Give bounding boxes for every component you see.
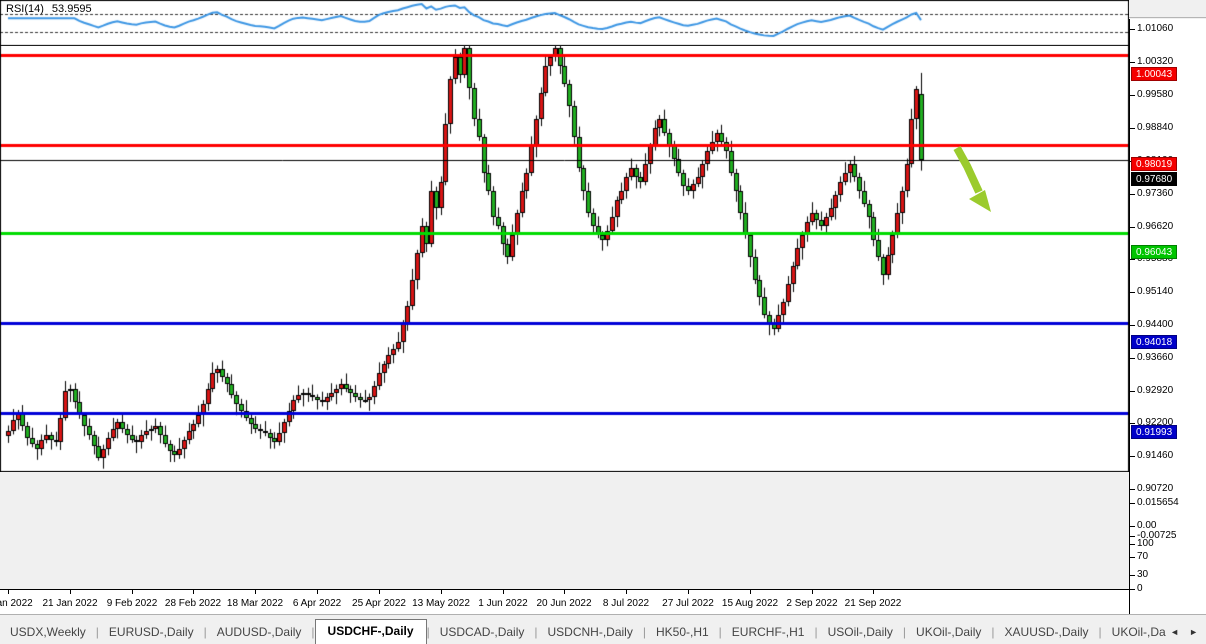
price-tag-support-blue-lower: 0.91993 bbox=[1131, 425, 1177, 439]
x-tickmark bbox=[750, 590, 751, 594]
price-tick-label: 0.96620 bbox=[1137, 221, 1173, 233]
rsi-tick-label: 0 bbox=[1137, 583, 1143, 595]
rsi-label: RSI(14) 53.9595 bbox=[6, 3, 92, 15]
tab-usdcnh-daily[interactable]: USDCNH-,Daily bbox=[538, 622, 643, 644]
tab-ukoil-da[interactable]: UKOil-,Da bbox=[1102, 622, 1167, 644]
terminal-window: 5M30H1H4D1W1MN ▼ USDCHF-,Daily 0.99164 0… bbox=[0, 0, 1206, 644]
price-tag-bid-price: 0.97680 bbox=[1131, 172, 1177, 186]
tab-usdcad-daily[interactable]: USDCAD-,Daily bbox=[430, 622, 535, 644]
x-tickmark bbox=[688, 590, 689, 594]
x-tickmark bbox=[564, 590, 565, 594]
price-axis[interactable]: 1.010601.003200.995800.988400.981000.973… bbox=[1129, 19, 1206, 614]
x-tickmark bbox=[873, 590, 874, 594]
tab-scroll-left-icon[interactable]: ◄ bbox=[1170, 627, 1179, 637]
tab-eurchf-h1[interactable]: EURCHF-,H1 bbox=[722, 622, 815, 644]
x-tickmark bbox=[379, 590, 380, 594]
tab-scroll-right-icon[interactable]: ► bbox=[1189, 627, 1198, 637]
sell-signal-arrow-icon[interactable] bbox=[945, 140, 1005, 225]
rsi-canvas[interactable] bbox=[0, 0, 1129, 46]
tab-hk50-h1[interactable]: HK50-,H1 bbox=[646, 622, 719, 644]
macd-tick-label: 0.015654 bbox=[1137, 497, 1179, 509]
x-tickmark bbox=[812, 590, 813, 594]
date-label: 21 Sep 2022 bbox=[836, 598, 910, 609]
rsi-name: RSI(14) bbox=[6, 3, 44, 15]
x-tickmark bbox=[317, 590, 318, 594]
tab-usoil-daily[interactable]: USOil-,Daily bbox=[818, 622, 903, 644]
price-tag-support-blue-upper: 0.94018 bbox=[1131, 335, 1177, 349]
price-tick-label: 0.91460 bbox=[1137, 450, 1173, 462]
tab-audusd-daily[interactable]: AUDUSD-,Daily bbox=[207, 622, 312, 644]
price-tick-label: 0.95140 bbox=[1137, 286, 1173, 298]
rsi-tick-label: 100 bbox=[1137, 538, 1154, 550]
tab-usdx-weekly[interactable]: USDX,Weekly bbox=[0, 622, 96, 644]
chart-tabs: USDX,Weekly|EURUSD-,Daily|AUDUSD-,Daily|… bbox=[0, 615, 1166, 644]
x-tickmark bbox=[503, 590, 504, 594]
x-tickmark bbox=[193, 590, 194, 594]
tab-usdchf-daily[interactable]: USDCHF-,Daily bbox=[315, 619, 427, 644]
x-tickmark bbox=[132, 590, 133, 594]
price-tick-label: 0.92920 bbox=[1137, 385, 1173, 397]
price-tag-resistance-upper: 1.00043 bbox=[1131, 67, 1177, 81]
x-tickmark bbox=[255, 590, 256, 594]
tab-scroll-buttons: ◄ ► bbox=[1166, 627, 1206, 644]
tab-eurusd-daily[interactable]: EURUSD-,Daily bbox=[99, 622, 204, 644]
price-tick-label: 0.90720 bbox=[1137, 483, 1173, 495]
price-tick-label: 0.93660 bbox=[1137, 352, 1173, 364]
price-tick-label: 0.97360 bbox=[1137, 188, 1173, 200]
chart-tab-bar: USDX,Weekly|EURUSD-,Daily|AUDUSD-,Daily|… bbox=[0, 614, 1206, 644]
price-tick-label: 1.00320 bbox=[1137, 56, 1173, 68]
x-tickmark bbox=[626, 590, 627, 594]
price-tag-support-green: 0.96043 bbox=[1131, 245, 1177, 259]
price-tick-label: 0.98840 bbox=[1137, 122, 1173, 134]
x-tickmark bbox=[70, 590, 71, 594]
price-tick-label: 1.01060 bbox=[1137, 23, 1173, 35]
price-chart-panel: ▼ USDCHF-,Daily 0.99164 0.99646 0.97450 … bbox=[0, 0, 1129, 472]
rsi-value: 53.9595 bbox=[52, 3, 92, 15]
rsi-tick-label: 70 bbox=[1137, 551, 1148, 563]
price-tick-label: 0.99580 bbox=[1137, 89, 1173, 101]
time-axis[interactable]: 3 Jan 202221 Jan 20229 Feb 202228 Feb 20… bbox=[0, 589, 1129, 614]
x-tickmark bbox=[441, 590, 442, 594]
rsi-tick-label: 30 bbox=[1137, 569, 1148, 581]
price-tag-resistance-lower: 0.98019 bbox=[1131, 157, 1177, 171]
price-tick-label: 0.94400 bbox=[1137, 319, 1173, 331]
price-chart-canvas[interactable] bbox=[0, 0, 1129, 472]
x-tickmark bbox=[8, 590, 9, 594]
tab-xauusd-daily[interactable]: XAUUSD-,Daily bbox=[995, 622, 1099, 644]
tab-ukoil-daily[interactable]: UKOil-,Daily bbox=[906, 622, 991, 644]
rsi-indicator-panel: RSI(14) 53.9595 bbox=[0, 0, 1129, 46]
